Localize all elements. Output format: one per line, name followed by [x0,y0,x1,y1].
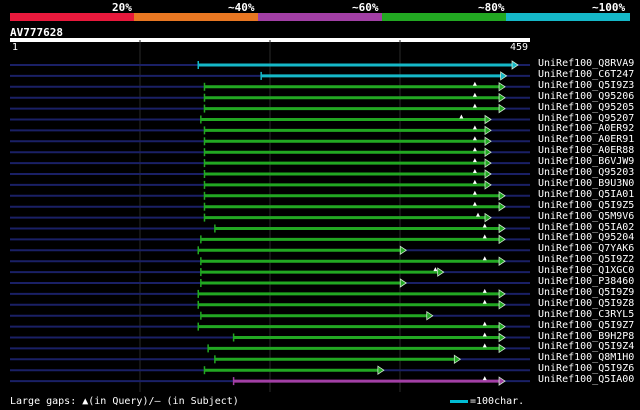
query-gap-icon [482,256,487,261]
hit-arrow-icon [484,114,492,125]
query-gap-icon [472,125,477,130]
hit-arrow-icon [377,365,385,375]
hit-arrow-icon [498,376,506,386]
query-gap-icon [459,114,464,119]
hit-label[interactable]: UniRef100_Q5I9Z8 [538,298,634,309]
hit-label[interactable]: UniRef100_A0ER92 [538,124,634,134]
hit-arrow-icon [498,234,506,245]
hit-label[interactable]: UniRef100_A0ER88 [538,146,634,156]
query-gap-icon [433,267,438,272]
hit-label[interactable]: UniRef100_Q8M1H0 [538,353,634,363]
hit-arrow-icon [498,191,506,201]
hit-label[interactable]: UniRef100_P38460 [538,277,634,287]
hit-arrow-icon [498,92,506,103]
query-gap-icon [472,81,477,86]
hit-label[interactable]: UniRef100_Q7YAK6 [538,244,634,254]
hit-arrow-icon [500,71,508,81]
hit-label[interactable]: UniRef100_Q5I9Z6 [538,364,634,374]
hit-arrow-icon [511,60,519,70]
hit-label[interactable]: UniRef100_A0ER91 [538,135,634,145]
query-gap-icon [482,223,487,228]
hit-label[interactable]: UniRef100_Q95206 [538,91,634,102]
gap-legend: Large gaps: ▲(in Query)/– (in Subject) [10,396,239,407]
legend-cyan-bar [450,400,468,403]
query-gap-icon [472,169,477,173]
query-gap-icon [472,147,477,152]
hit-arrow-icon [453,354,462,365]
query-gap-icon [482,343,487,348]
hit-label[interactable]: UniRef100_Q95207 [538,113,634,124]
hit-arrow-icon [498,82,506,92]
hit-label[interactable]: UniRef100_B6VJW9 [538,157,634,167]
hit-label[interactable]: UniRef100_C6T247 [538,69,634,80]
hit-arrow-icon [498,103,506,114]
hit-arrow-icon [498,223,506,234]
hit-label[interactable]: UniRef100_B9H2P8 [538,331,634,342]
hit-label[interactable]: UniRef100_Q95203 [538,168,634,178]
query-gap-icon [472,136,477,141]
hit-label[interactable]: UniRef100_Q1XGC0 [538,266,634,276]
hit-label[interactable]: UniRef100_Q5I9Z4 [538,342,634,352]
hit-arrow-icon [437,267,445,277]
hit-arrow-icon [484,180,492,190]
hit-arrow-icon [399,245,407,256]
legend-scale-text: =100char. [470,396,525,407]
query-gap-icon [472,92,477,97]
hit-arrow-icon [498,343,506,354]
query-gap-icon [482,234,487,239]
query-gap-icon [472,179,477,184]
hit-label[interactable]: UniRef100_B9U3N0 [538,178,634,189]
hit-arrow-icon [498,300,506,310]
hit-label[interactable]: UniRef100_Q5I9Z7 [538,320,634,331]
hit-label[interactable]: UniRef100_Q5IA01 [538,189,634,200]
hit-arrow-icon [498,321,506,332]
hit-label[interactable]: UniRef100_Q5M9V6 [538,211,634,222]
hit-arrow-icon [498,332,506,343]
hit-label[interactable]: UniRef100_Q5I9Z5 [538,200,634,211]
hit-arrow-icon [484,158,492,168]
hit-label[interactable]: UniRef100_Q5I9Z2 [538,255,634,265]
hit-arrow-icon [484,212,492,223]
hit-arrow-icon [498,256,506,266]
query-gap-icon [482,321,487,326]
hit-arrow-icon [498,201,506,212]
hit-arrow-icon [399,278,407,288]
hit-arrow-icon [498,289,506,299]
hit-arrow-icon [484,136,492,147]
query-gap-icon [482,288,487,293]
scale-legend: =100char. [450,396,524,407]
hit-arrow-icon [426,310,434,321]
hit-label[interactable]: UniRef100_Q95204 [538,233,634,243]
hit-label[interactable]: UniRef100_Q5IA02 [538,222,634,233]
query-gap-icon [482,299,487,304]
hit-arrow-icon [484,169,492,179]
query-gap-icon [472,190,477,195]
query-gap-icon [472,103,477,108]
hit-label[interactable]: UniRef100_Q5I9Z9 [538,287,634,298]
hit-label[interactable]: UniRef100_Q95205 [538,102,634,113]
hit-label[interactable]: UniRef100_Q5IA00 [538,375,634,385]
query-gap-icon [476,212,480,217]
query-gap-icon [482,332,487,337]
hit-label[interactable]: UniRef100_Q8RVA9 [538,59,634,69]
hit-label[interactable]: UniRef100_Q5I9Z3 [538,80,634,91]
hit-label[interactable]: UniRef100_C3RYL5 [538,309,634,320]
query-gap-icon [482,376,487,381]
hit-arrow-icon [484,125,492,136]
query-gap-icon [472,158,477,163]
hit-arrow-icon [484,147,492,157]
query-gap-icon [472,201,477,206]
